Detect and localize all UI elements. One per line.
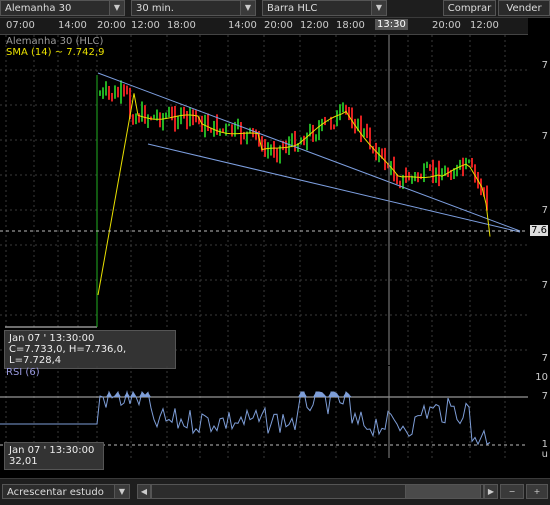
sma-legend: SMA (14) ~ 7.742,9	[6, 47, 105, 58]
chart-type-label: Barra HLC	[267, 3, 318, 14]
rsi-axis-label: 7	[541, 391, 548, 402]
price-axis-label: 7	[541, 280, 548, 291]
add-study-label: Acrescentar estudo	[7, 487, 104, 498]
buy-button[interactable]: Comprar	[443, 0, 496, 16]
price-tooltip-ohlc: C=7.733,0, H=7.736,0, L=7.728,4	[9, 344, 127, 366]
channel-upper-line	[97, 72, 521, 232]
rsi-line	[0, 390, 491, 446]
price-axis: 7 7 7 7.6 7 7 10 7 1 u	[528, 35, 550, 460]
time-label: 18:00	[336, 20, 365, 31]
rsi-title: RSI (6)	[6, 367, 40, 378]
time-label: 20:00	[432, 20, 461, 31]
chevron-left-icon[interactable]: ◀	[137, 484, 151, 499]
chevron-down-icon: ▼	[371, 1, 386, 15]
channel-lower-line	[147, 143, 521, 233]
price-axis-label: 7	[541, 205, 548, 216]
chevron-right-icon[interactable]: ▶	[484, 484, 498, 499]
current-price-badge: 7.6	[530, 225, 548, 236]
price-bars	[5, 75, 488, 328]
chart-title: Alemanha 30 (HLC)	[6, 36, 104, 47]
rsi-tooltip-value: 32,01	[9, 456, 38, 467]
sma-line	[97, 93, 491, 296]
price-axis-label: 7	[541, 353, 548, 364]
price-axis-label: 7	[541, 60, 548, 71]
rsi-axis-label: u	[541, 449, 548, 460]
time-label: 12:00	[470, 20, 499, 31]
instrument-select[interactable]: Alemanha 30 ▼	[0, 0, 125, 16]
time-label: 20:00	[97, 20, 126, 31]
chevron-down-icon: ▼	[114, 485, 129, 498]
price-chart-svg	[0, 35, 528, 365]
instrument-label: Alemanha 30	[5, 3, 72, 14]
chevron-down-icon: ▼	[240, 1, 255, 15]
time-label: 14:00	[58, 20, 87, 31]
interval-select[interactable]: 30 min. ▼	[131, 0, 256, 16]
zoom-out-button[interactable]: −	[500, 484, 524, 499]
chevron-down-icon: ▼	[109, 1, 124, 15]
time-label: 18:00	[167, 20, 196, 31]
time-label: 12:00	[131, 20, 160, 31]
time-label-highlight: 13:30	[375, 19, 408, 30]
time-label: 20:00	[264, 20, 293, 31]
zoom-in-button[interactable]: +	[526, 484, 548, 499]
scroll-thumb[interactable]	[405, 484, 481, 499]
price-tooltip-date: Jan 07 ' 13:30:00	[9, 333, 95, 344]
price-axis-label: 7	[541, 131, 548, 142]
time-label: 07:00	[6, 20, 35, 31]
bottom-bar: Acrescentar estudo ▼ ◀ ▶ − +	[0, 478, 550, 505]
interval-label: 30 min.	[136, 3, 174, 14]
rsi-axis-label: 10	[535, 372, 548, 383]
toolbar: Alemanha 30 ▼ 30 min. ▼ Barra HLC ▼ Comp…	[0, 0, 550, 18]
time-axis: 07:00 14:00 20:00 12:00 18:00 14:00 20:0…	[0, 18, 528, 35]
chart-type-select[interactable]: Barra HLC ▼	[262, 0, 387, 16]
time-label: 14:00	[228, 20, 257, 31]
add-study-select[interactable]: Acrescentar estudo ▼	[2, 484, 130, 499]
sell-button[interactable]: Vender	[498, 0, 550, 16]
rsi-tooltip-date: Jan 07 ' 13:30:00	[9, 445, 95, 456]
price-tooltip: Jan 07 ' 13:30:00 C=7.733,0, H=7.736,0, …	[4, 330, 176, 369]
rsi-panel[interactable]: RSI (6) Jan 07 ' 13:30:00 32,01	[0, 366, 528, 470]
price-grid	[0, 35, 528, 365]
time-label: 12:00	[300, 20, 329, 31]
rsi-tooltip: Jan 07 ' 13:30:00 32,01	[4, 442, 104, 470]
price-chart[interactable]: Alemanha 30 (HLC) SMA (14) ~ 7.742,9 Jan…	[0, 35, 528, 369]
